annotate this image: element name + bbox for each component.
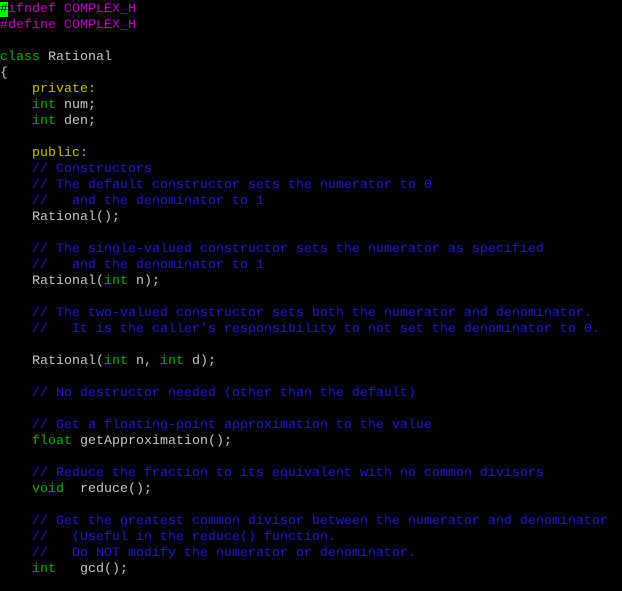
code-line[interactable]: // (Useful in the reduce() function. — [0, 530, 622, 546]
code-line[interactable]: int num; — [0, 98, 622, 114]
code-line[interactable] — [0, 370, 622, 386]
code-line[interactable]: // The single-valued constructor sets th… — [0, 242, 622, 258]
code-line[interactable]: // and the denominator to 1 — [0, 258, 622, 274]
code-line[interactable] — [0, 402, 622, 418]
code-line[interactable]: // The default constructor sets the nume… — [0, 178, 622, 194]
code-line[interactable]: // Get a floating-point approximation to… — [0, 418, 622, 434]
comment-token: // and the denominator to 1 — [32, 258, 264, 273]
code-line[interactable]: float getApproximation(); — [0, 434, 622, 450]
access-label-token: private: — [32, 82, 96, 97]
code-text-token: { — [0, 66, 8, 81]
keyword-token: int — [32, 98, 56, 113]
comment-token: // (Useful in the reduce() function. — [32, 530, 336, 545]
code-line[interactable]: Rational(int n); — [0, 274, 622, 290]
code-text-token: gcd(); — [56, 562, 128, 577]
code-text-token: Rational — [40, 50, 112, 65]
code-line[interactable] — [0, 226, 622, 242]
code-line[interactable] — [0, 130, 622, 146]
code-text-token: den; — [56, 114, 96, 129]
code-text-token: getApproximation(); — [72, 434, 232, 449]
comment-token: // Reduce the fraction to its equivalent… — [32, 466, 544, 481]
code-line[interactable] — [0, 338, 622, 354]
code-text-token: Rational( — [0, 354, 104, 369]
code-line[interactable]: // No destructor needed (other than the … — [0, 386, 622, 402]
comment-token: // Do NOT modify the numerator or denomi… — [32, 546, 416, 561]
comment-token: // The single-valued constructor sets th… — [32, 242, 544, 257]
code-line[interactable]: // Reduce the fraction to its equivalent… — [0, 466, 622, 482]
keyword-token: class — [0, 50, 40, 65]
code-line[interactable]: public: — [0, 146, 622, 162]
comment-token: // Get the greatest common divisor betwe… — [32, 514, 608, 529]
keyword-token: int — [159, 354, 184, 369]
keyword-token: float — [32, 434, 72, 449]
code-line[interactable]: // and the denominator to 1 — [0, 194, 622, 210]
code-line[interactable]: { — [0, 66, 622, 82]
access-label-token: public: — [32, 146, 88, 161]
code-line[interactable]: void reduce(); — [0, 482, 622, 498]
code-text-token: Rational( — [0, 274, 104, 289]
code-line[interactable] — [0, 34, 622, 50]
code-line[interactable]: #define COMPLEX_H — [0, 18, 622, 34]
code-line[interactable]: // The two-valued constructor sets both … — [0, 306, 622, 322]
vim-editor-buffer[interactable]: #ifndef COMPLEX_H #define COMPLEX_Hclass … — [0, 2, 622, 578]
comment-token: // Get a floating-point approximation to… — [32, 418, 432, 433]
keyword-token: int — [103, 274, 128, 289]
code-line[interactable]: // It is the caller's responsibility to … — [0, 322, 622, 338]
comment-token: // It is the caller's responsibility to … — [32, 322, 600, 337]
code-line[interactable] — [0, 498, 622, 514]
code-line[interactable]: Rational(); — [0, 210, 622, 226]
comment-token: // No destructor needed (other than the … — [32, 386, 416, 401]
comment-token: // and the denominator to 1 — [32, 194, 264, 209]
code-line[interactable] — [0, 290, 622, 306]
code-text-token: Rational(); — [0, 210, 120, 225]
code-line[interactable] — [0, 450, 622, 466]
code-text-token: reduce(); — [64, 482, 152, 497]
keyword-token: int — [103, 354, 128, 369]
code-line[interactable]: class Rational — [0, 50, 622, 66]
code-line[interactable]: Rational(int n, int d); — [0, 354, 622, 370]
keyword-token: int — [32, 562, 56, 577]
text-cursor: # — [0, 2, 8, 17]
code-line[interactable]: #ifndef COMPLEX_H — [0, 2, 622, 18]
keyword-token: int — [32, 114, 56, 129]
preprocessor-token: ifndef COMPLEX_H — [8, 2, 136, 17]
code-line[interactable]: int den; — [0, 114, 622, 130]
code-line[interactable]: // Constructors — [0, 162, 622, 178]
code-text-token: num; — [56, 98, 96, 113]
code-text-token: n); — [127, 274, 160, 289]
keyword-token: void — [32, 482, 64, 497]
code-line[interactable]: private: — [0, 82, 622, 98]
comment-token: // The default constructor sets the nume… — [32, 178, 432, 193]
code-line[interactable]: // Do NOT modify the numerator or denomi… — [0, 546, 622, 562]
preprocessor-token: #define COMPLEX_H — [0, 18, 136, 33]
comment-token: // The two-valued constructor sets both … — [32, 306, 592, 321]
code-line[interactable]: int gcd(); — [0, 562, 622, 578]
code-text-token: n, — [127, 354, 160, 369]
comment-token: // Constructors — [32, 162, 152, 177]
code-text-token: d); — [183, 354, 216, 369]
code-line[interactable]: // Get the greatest common divisor betwe… — [0, 514, 622, 530]
